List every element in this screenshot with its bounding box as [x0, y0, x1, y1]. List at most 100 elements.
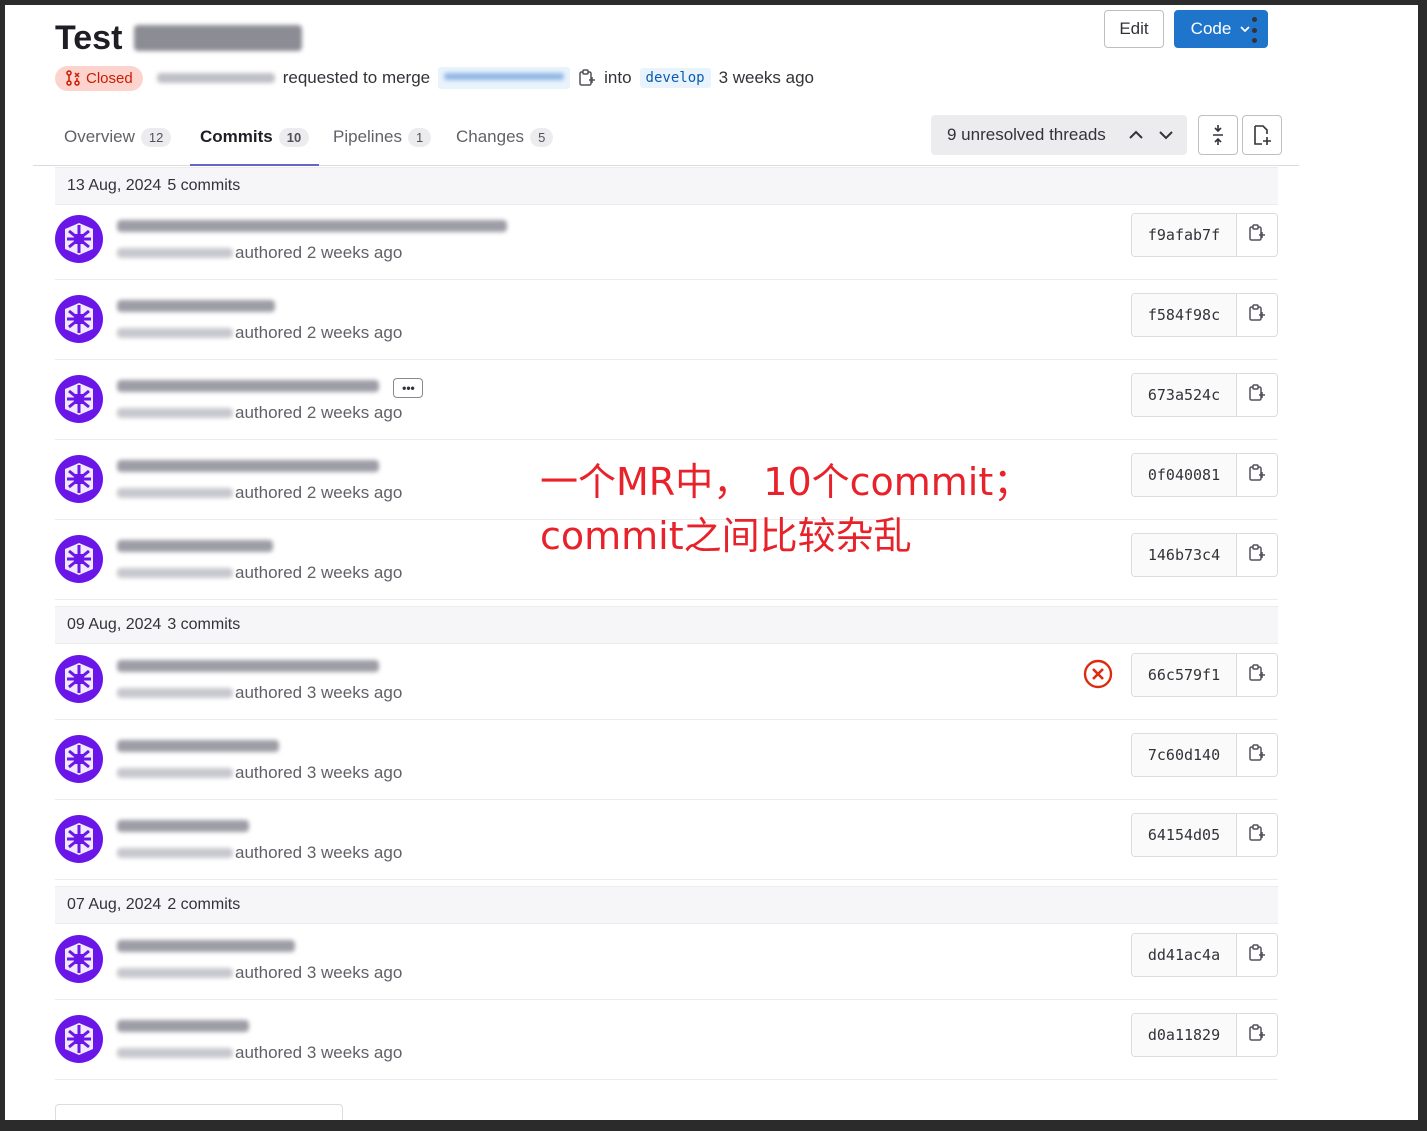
commit-sha-group: f584f98c [1131, 293, 1278, 337]
commit-row[interactable]: authored 3 weeks ago d0a11829 [55, 999, 1278, 1080]
commit-row[interactable]: authored 3 weeks ago 7c60d140 [55, 719, 1278, 800]
commit-sha[interactable]: 64154d05 [1132, 814, 1237, 856]
unresolved-threads-widget[interactable]: 9 unresolved threads [931, 115, 1187, 155]
avatar[interactable] [55, 1015, 103, 1063]
annotation-line-1: 一个MR中， 10个commit； [540, 460, 1032, 504]
target-branch-chip[interactable]: develop [639, 68, 711, 88]
commit-authored-time: authored 3 weeks ago [235, 963, 403, 982]
commit-title[interactable] [117, 1016, 249, 1036]
copy-sha-button[interactable] [1237, 734, 1277, 776]
commit-sha[interactable]: f9afab7f [1132, 214, 1237, 256]
expand-description-button[interactable]: ••• [393, 377, 424, 398]
created-time: 3 weeks ago [718, 68, 815, 87]
document-add-icon [1254, 125, 1271, 145]
commit-sha[interactable]: 0f040081 [1132, 454, 1237, 496]
copy-icon[interactable] [578, 68, 596, 88]
add-comment-button[interactable] [1242, 115, 1282, 155]
copy-icon [1248, 543, 1266, 568]
copy-sha-button[interactable] [1237, 454, 1277, 496]
avatar[interactable] [55, 535, 103, 583]
copy-sha-button[interactable] [1237, 1014, 1277, 1056]
commit-sha-group: 673a524c [1131, 373, 1278, 417]
commit-sha[interactable]: dd41ac4a [1132, 934, 1237, 976]
commit-sha-group: 7c60d140 [1131, 733, 1278, 777]
commit-sha[interactable]: 7c60d140 [1132, 734, 1237, 776]
commit-title[interactable] [117, 936, 295, 956]
commit-row[interactable]: authored 3 weeks ago 64154d05 [55, 799, 1278, 880]
tab-changes[interactable]: Changes 5 [456, 109, 554, 165]
copy-icon [1248, 383, 1266, 408]
commit-meta: authored 3 weeks ago [117, 683, 402, 703]
code-button-label: Code [1190, 19, 1232, 38]
redacted-commit-message [117, 660, 379, 672]
copy-sha-button[interactable] [1237, 214, 1277, 256]
tab-commits[interactable]: Commits 10 [189, 109, 320, 166]
commit-title[interactable] [117, 296, 275, 316]
edit-button[interactable]: Edit [1104, 10, 1164, 48]
commit-title[interactable] [117, 536, 273, 556]
commit-title[interactable] [117, 736, 279, 756]
commit-title[interactable] [117, 216, 507, 236]
commit-sha-group: d0a11829 [1131, 1013, 1278, 1057]
copy-sha-button[interactable] [1237, 294, 1277, 336]
avatar[interactable] [55, 815, 103, 863]
tab-pipelines[interactable]: Pipelines 1 [333, 109, 432, 165]
commit-row[interactable]: authored 3 weeks ago dd41ac4a [55, 919, 1278, 1000]
copy-icon [1248, 663, 1266, 688]
chevron-up-icon[interactable] [1127, 126, 1145, 144]
redacted-commit-message [117, 940, 295, 952]
copy-sha-button[interactable] [1237, 814, 1277, 856]
pipeline-failed-icon[interactable] [1083, 659, 1113, 689]
tab-overview[interactable]: Overview 12 [64, 109, 172, 165]
commit-sha[interactable]: 66c579f1 [1132, 654, 1237, 696]
commit-row[interactable]: authored 3 weeks ago 66c579f1 [55, 639, 1278, 720]
redacted-commit-message [117, 380, 379, 392]
commit-meta: authored 2 weeks ago [117, 323, 402, 343]
commit-authored-time: authored 3 weeks ago [235, 843, 403, 862]
redacted-author [156, 73, 275, 83]
commit-row[interactable]: ••• authored 2 weeks ago 673a524c [55, 359, 1278, 440]
day-commit-count: 2 commits [167, 896, 241, 913]
redacted-author [117, 408, 233, 418]
avatar[interactable] [55, 655, 103, 703]
avatar[interactable] [55, 935, 103, 983]
commit-row[interactable]: authored 2 weeks ago f584f98c [55, 279, 1278, 360]
commit-sha[interactable]: 146b73c4 [1132, 534, 1237, 576]
day-date: 09 Aug, 2024 [67, 616, 162, 633]
avatar[interactable] [55, 735, 103, 783]
redacted-title [134, 25, 303, 51]
commit-title[interactable] [117, 456, 379, 476]
avatar[interactable] [55, 375, 103, 423]
page-title-row: Test [55, 15, 303, 61]
load-more-button[interactable] [55, 1104, 343, 1120]
commit-sha[interactable]: f584f98c [1132, 294, 1237, 336]
commit-meta: authored 3 weeks ago [117, 843, 402, 863]
commit-sha[interactable]: 673a524c [1132, 374, 1237, 416]
redacted-commit-message [117, 820, 249, 832]
copy-sha-button[interactable] [1237, 934, 1277, 976]
redacted-commit-message [117, 740, 279, 752]
commit-authored-time: authored 2 weeks ago [235, 563, 403, 582]
copy-sha-button[interactable] [1237, 654, 1277, 696]
source-branch-chip[interactable]: x [438, 67, 571, 89]
collapse-threads-button[interactable] [1198, 115, 1238, 155]
collapse-icon [1213, 125, 1223, 145]
avatar[interactable] [55, 215, 103, 263]
commit-authored-time: authored 2 weeks ago [235, 483, 403, 502]
redacted-commit-message [117, 540, 273, 552]
commit-title[interactable] [117, 656, 379, 676]
commit-title[interactable] [117, 816, 249, 836]
redacted-author [117, 768, 233, 778]
chevron-down-icon[interactable] [1157, 126, 1175, 144]
commit-sha[interactable]: d0a11829 [1132, 1014, 1237, 1056]
copy-sha-button[interactable] [1237, 534, 1277, 576]
commit-meta: authored 3 weeks ago [117, 763, 402, 783]
commit-row[interactable]: authored 2 weeks ago f9afab7f [55, 199, 1278, 280]
requested-text: requested to merge [282, 68, 431, 87]
avatar[interactable] [55, 455, 103, 503]
redacted-author [117, 688, 233, 698]
avatar[interactable] [55, 295, 103, 343]
kebab-icon[interactable] [1244, 17, 1264, 43]
copy-sha-button[interactable] [1237, 374, 1277, 416]
commit-title[interactable]: ••• [117, 376, 424, 398]
